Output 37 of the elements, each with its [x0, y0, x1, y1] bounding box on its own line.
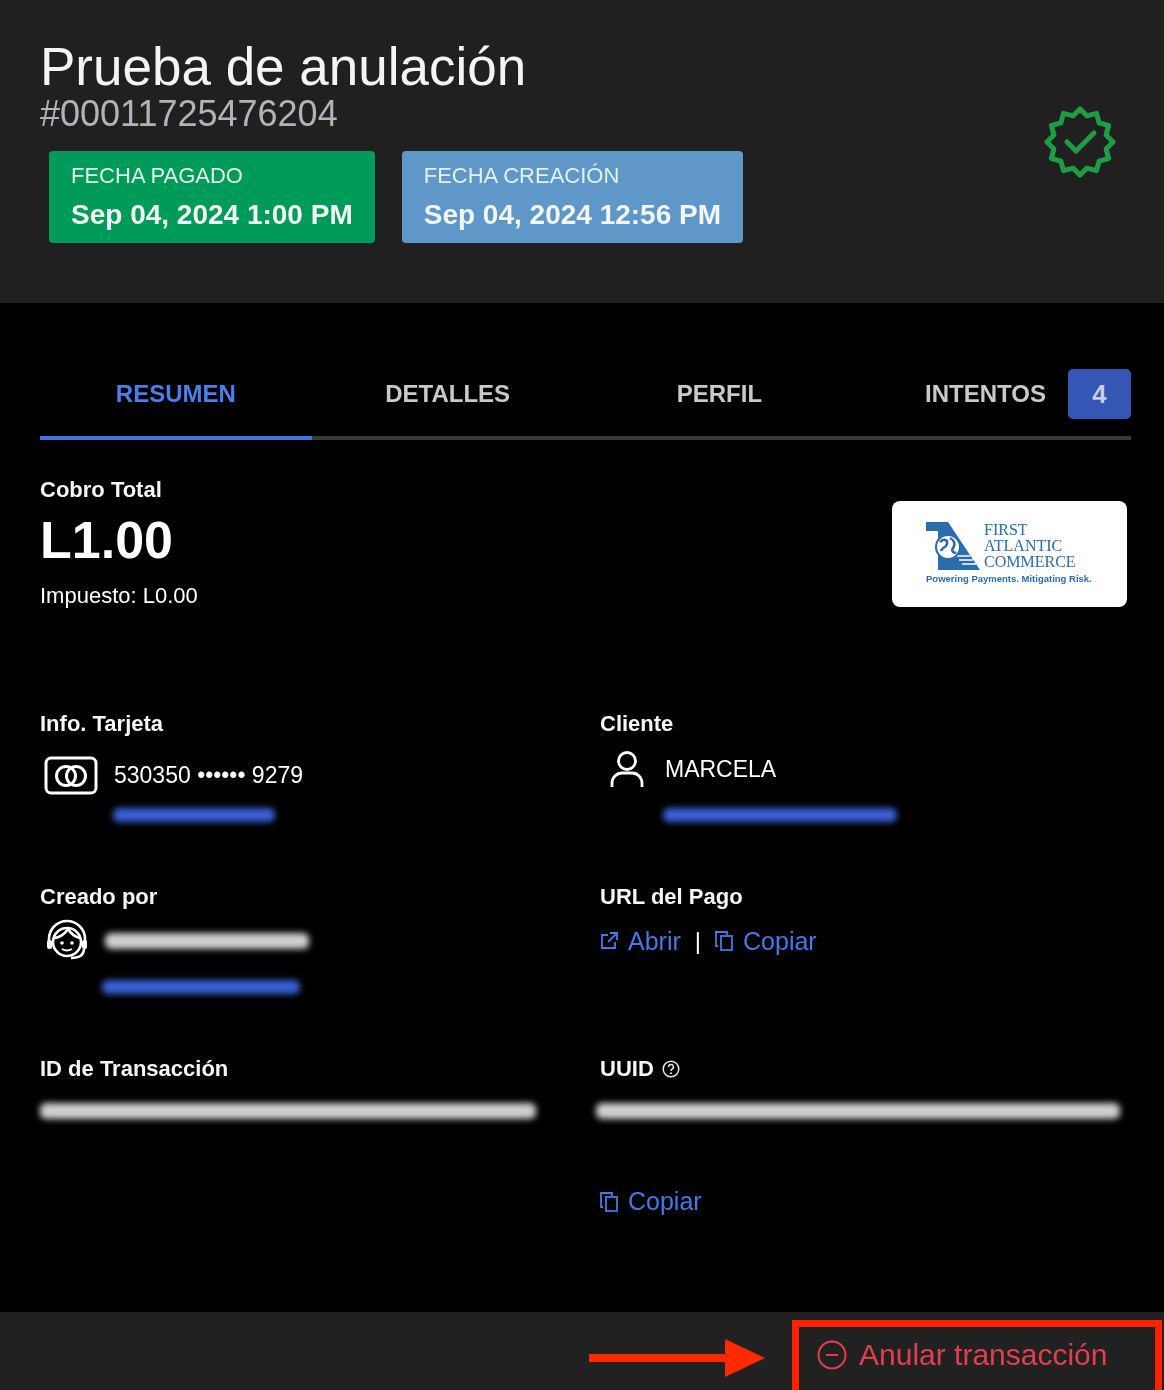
card-number: 530350 •••••• 9279	[114, 761, 303, 789]
external-link-icon	[600, 932, 618, 950]
globe-emblem-icon	[926, 522, 980, 570]
copy-link[interactable]: Copiar	[715, 926, 817, 956]
total-amount: L1.00	[40, 510, 174, 570]
transaction-number: #00011725476204	[40, 94, 339, 134]
tab[interactable]: RESUMEN	[40, 366, 312, 440]
date-label: FECHA PAGADO	[71, 163, 244, 189]
void-transaction-button[interactable]: Anular transacción	[799, 1327, 1108, 1372]
section-title: URL del Pago	[600, 883, 744, 911]
page-title: Prueba de anulación	[40, 38, 528, 96]
person-icon	[609, 750, 645, 788]
tab[interactable]: PERFIL	[583, 366, 856, 440]
minus-circle-icon	[817, 1340, 847, 1370]
section-title: Creado por	[40, 883, 159, 911]
count-badge: 4	[1068, 369, 1131, 419]
logo-wordmark: FIRST ATLANTIC COMMERCE	[984, 522, 1076, 570]
copy-link[interactable]: Copiar	[600, 1187, 702, 1216]
tab[interactable]: INTENTOS 4	[855, 366, 1131, 440]
credit-card-icon	[44, 755, 98, 795]
section-title: Cliente	[600, 710, 675, 738]
tax-amount: Impuesto: L0.00	[40, 582, 198, 610]
section-title: UUID	[600, 1055, 654, 1083]
date-value: Sep 04, 2024 12:56 PM	[423, 198, 722, 232]
date-value: Sep 04, 2024 1:00 PM	[71, 198, 353, 232]
date-label: FECHA CREACIÓN	[423, 163, 621, 189]
tab[interactable]: DETALLES	[311, 366, 584, 440]
section-title: Info. Tarjeta	[40, 710, 165, 738]
help-icon[interactable]	[661, 1060, 680, 1078]
copy-icon	[715, 931, 734, 951]
section-title: ID de Transacción	[40, 1055, 230, 1083]
copy-icon	[600, 1191, 618, 1212]
open-link[interactable]: Abrir	[600, 926, 681, 956]
logo-tagline: Powering Payments. Mitigating Risk.	[926, 573, 1093, 584]
section-title: Cobro Total	[40, 476, 163, 504]
client-name: MARCELA	[665, 755, 777, 783]
link-separator: |	[694, 927, 702, 955]
